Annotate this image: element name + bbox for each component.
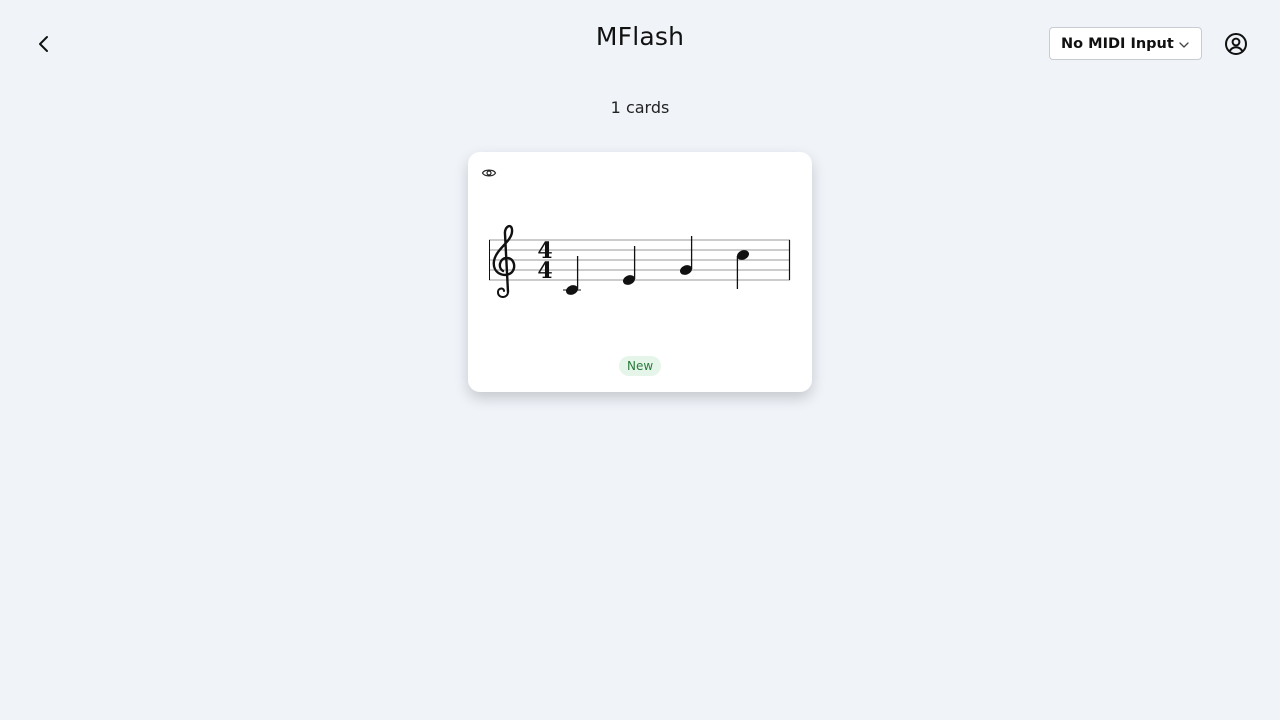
card-count: 1 cards xyxy=(610,98,670,117)
midi-input-select[interactable]: No MIDI Input xyxy=(1049,27,1202,60)
note-G4 xyxy=(679,236,693,275)
status-badge: New xyxy=(619,356,662,376)
staff-lines xyxy=(489,239,790,281)
notes-group xyxy=(563,236,750,295)
note-C5 xyxy=(736,250,750,289)
treble-clef-icon xyxy=(492,224,516,298)
time-signature-bottom: 4 xyxy=(537,258,552,284)
midi-input-selected-label: No MIDI Input xyxy=(1061,35,1174,52)
user-circle-icon[interactable] xyxy=(1224,32,1248,56)
note-E4 xyxy=(622,246,636,285)
chevron-down-icon xyxy=(1179,42,1189,48)
flash-card[interactable]: 4 4 New xyxy=(468,152,812,392)
app-root: MFlash No MIDI Input 1 cards 4 4 New xyxy=(0,0,1280,720)
note-C4 xyxy=(563,256,581,295)
